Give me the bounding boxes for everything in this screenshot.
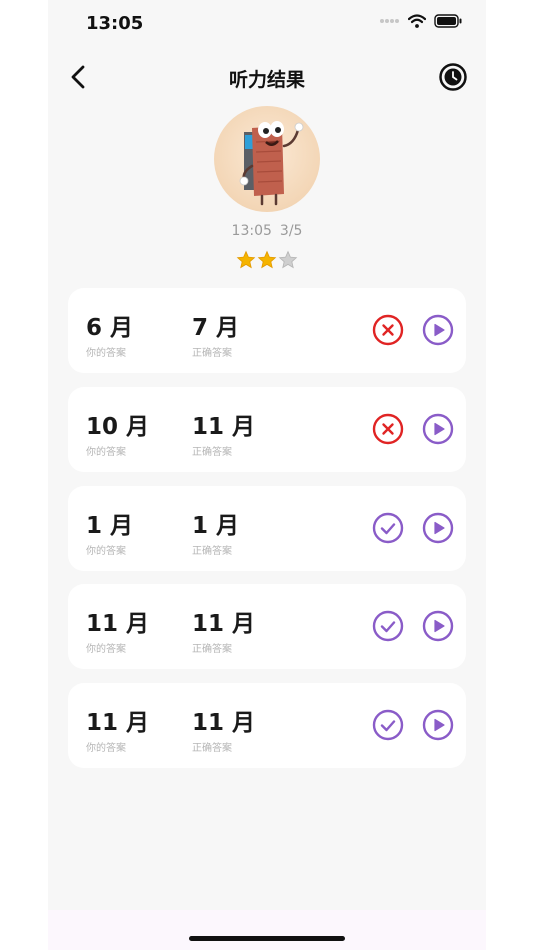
play-button[interactable]	[422, 709, 454, 741]
play-circle-icon	[422, 413, 454, 445]
status-time: 13:05	[86, 13, 144, 34]
bottom-area	[48, 910, 486, 950]
correct-answer-label: 正确答案	[192, 644, 232, 655]
play-button[interactable]	[422, 512, 454, 544]
signal-icon	[380, 19, 399, 23]
user-answer: 1 月	[86, 513, 134, 539]
play-button[interactable]	[422, 610, 454, 642]
home-indicator	[189, 936, 345, 941]
user-answer-label: 你的答案	[86, 644, 126, 655]
check-circle-icon	[372, 709, 404, 741]
correct-answer-label: 正确答案	[192, 447, 232, 458]
battery-icon	[434, 14, 462, 28]
user-answer: 10 月	[86, 414, 150, 440]
x-circle-icon	[372, 314, 404, 346]
check-circle-icon	[372, 610, 404, 642]
correct-answer-label: 正确答案	[192, 546, 232, 557]
correct-answer: 11 月	[192, 611, 256, 637]
result-score: 3/5	[279, 223, 303, 239]
play-circle-icon	[422, 610, 454, 642]
correct-answer-label: 正确答案	[192, 348, 232, 359]
page-title: 听力结果	[228, 69, 305, 91]
play-button[interactable]	[422, 413, 454, 445]
result-card: 11 月你的答案 11 月正确答案	[68, 683, 466, 768]
user-answer-label: 你的答案	[86, 348, 126, 359]
mascot-avatar	[214, 106, 320, 212]
check-circle-icon	[372, 512, 404, 544]
user-answer-label: 你的答案	[86, 743, 126, 754]
user-answer-label: 你的答案	[86, 447, 126, 458]
play-button[interactable]	[422, 314, 454, 346]
result-meta: 13:05 3/5	[48, 223, 486, 239]
star-filled-icon	[257, 250, 277, 269]
star-filled-icon	[236, 250, 256, 269]
wifi-icon	[408, 14, 426, 28]
history-button[interactable]	[438, 62, 468, 92]
user-answer: 6 月	[86, 315, 134, 341]
x-circle-icon	[372, 413, 404, 445]
user-answer: 11 月	[86, 611, 150, 637]
correct-answer: 11 月	[192, 710, 256, 736]
play-circle-icon	[422, 709, 454, 741]
clock-icon	[439, 63, 467, 91]
result-card: 10 月你的答案 11 月正确答案	[68, 387, 466, 472]
nav-header: 听力结果	[48, 56, 486, 100]
correct-answer: 11 月	[192, 414, 256, 440]
phone-screen: 13:05 听力结果 13:05 3/5 6 月 你的答案 7 月 正确答案 1…	[48, 0, 486, 950]
result-time: 13:05	[231, 223, 272, 239]
play-circle-icon	[422, 512, 454, 544]
star-rating	[48, 250, 486, 270]
result-card: 11 月你的答案 11 月正确答案	[68, 584, 466, 669]
door-mascot-icon	[239, 121, 304, 206]
play-circle-icon	[422, 314, 454, 346]
correct-answer: 1 月	[192, 513, 240, 539]
user-answer: 11 月	[86, 710, 150, 736]
status-icons	[380, 14, 462, 28]
result-card: 1 月你的答案 1 月正确答案	[68, 486, 466, 571]
star-empty-icon	[278, 250, 298, 269]
status-bar: 13:05	[48, 0, 486, 48]
correct-answer-label: 正确答案	[192, 743, 232, 754]
user-answer-label: 你的答案	[86, 546, 126, 557]
result-card: 6 月你的答案 7 月正确答案	[68, 288, 466, 373]
correct-answer: 7 月	[192, 315, 240, 341]
